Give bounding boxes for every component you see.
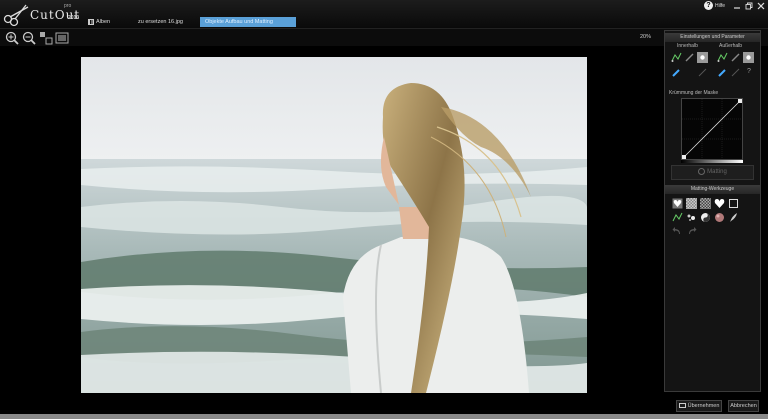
tab-albums[interactable]: Alben bbox=[83, 17, 123, 27]
pencil-outside-icon[interactable] bbox=[730, 67, 741, 78]
pen-outside-icon[interactable] bbox=[730, 52, 741, 63]
tab-matting-label: Objekte Aufbau und Matting bbox=[205, 19, 273, 25]
zoom-level: 20% bbox=[640, 34, 652, 40]
play-icon bbox=[698, 167, 706, 175]
mask-curve-label: Krümmung der Maske bbox=[669, 90, 719, 96]
matting-button[interactable]: Matting bbox=[671, 165, 754, 180]
fit-screen-icon[interactable] bbox=[55, 31, 69, 45]
checker-brush-icon[interactable] bbox=[700, 198, 711, 209]
grid-icon bbox=[88, 18, 94, 25]
minimize-icon[interactable] bbox=[733, 2, 741, 10]
lasso-green-icon[interactable] bbox=[672, 212, 683, 223]
matting-button-label: Matting bbox=[707, 169, 727, 175]
zoom-out-icon[interactable] bbox=[22, 31, 36, 45]
cancel-button[interactable]: Abbrechen bbox=[728, 400, 759, 412]
brush-inside-selected-icon[interactable] bbox=[697, 52, 708, 63]
redo-icon[interactable] bbox=[686, 226, 697, 237]
tab-albums-label: Alben bbox=[96, 19, 111, 25]
help-icon: ? bbox=[704, 1, 713, 10]
app-logo: CutOut pro 2010 bbox=[2, 1, 82, 27]
square-icon[interactable] bbox=[728, 198, 739, 209]
mask-curve-graph[interactable] bbox=[681, 98, 743, 160]
settings-panel: Einstellungen und Parameter Innerhalb Au… bbox=[664, 30, 761, 392]
gradient-bar bbox=[681, 160, 743, 163]
add-select-icon[interactable] bbox=[671, 52, 682, 63]
question-icon[interactable]: ? bbox=[747, 68, 751, 75]
status-strip bbox=[0, 414, 768, 419]
eraser-outside-icon[interactable] bbox=[717, 67, 728, 78]
add-select-outside-icon[interactable] bbox=[717, 52, 728, 63]
yin-yang-icon[interactable] bbox=[700, 212, 711, 223]
zoom-in-icon[interactable] bbox=[5, 31, 19, 45]
logo-edition: pro bbox=[64, 3, 72, 9]
scissors-icon bbox=[3, 4, 29, 27]
title-bar: CutOut pro 2010 Alben zu ersetzen 16.jpg… bbox=[0, 0, 768, 28]
photo-woman-at-beach[interactable] bbox=[81, 57, 587, 393]
pen-icon[interactable] bbox=[684, 52, 695, 63]
apply-icon bbox=[678, 403, 686, 409]
heart-brush-icon[interactable] bbox=[672, 198, 683, 209]
restore-icon[interactable] bbox=[745, 2, 753, 10]
brush-outside-selected-icon[interactable] bbox=[743, 52, 754, 63]
outside-label: Außerhalb bbox=[719, 43, 743, 49]
fit-1-1-icon[interactable] bbox=[39, 31, 53, 45]
cancel-button-label: Abbrechen bbox=[730, 403, 757, 409]
undo-icon[interactable] bbox=[672, 226, 683, 237]
heart-icon[interactable] bbox=[714, 198, 725, 209]
feather-icon[interactable] bbox=[728, 212, 739, 223]
eraser-icon[interactable] bbox=[671, 67, 682, 78]
apply-button[interactable]: Übernehmen bbox=[676, 400, 722, 412]
tab-file[interactable]: zu ersetzen 16.jpg bbox=[133, 17, 193, 27]
help-label: Hilfe bbox=[715, 3, 726, 9]
checker-brush-selected-icon[interactable] bbox=[686, 198, 697, 209]
tab-file-label: zu ersetzen 16.jpg bbox=[138, 19, 183, 25]
help-button[interactable]: ? Hilfe bbox=[704, 1, 725, 11]
dots-brush-icon[interactable] bbox=[686, 212, 697, 223]
settings-title: Einstellungen und Parameter bbox=[665, 33, 760, 42]
pencil-inside-icon[interactable] bbox=[697, 67, 708, 78]
close-icon[interactable] bbox=[757, 2, 765, 10]
logo-year: 2010 bbox=[68, 15, 80, 21]
matting-tools-title: Matting-Werkzeuge bbox=[665, 185, 760, 194]
view-toolbar: 20% bbox=[0, 28, 768, 46]
apply-button-label: Übernehmen bbox=[687, 403, 720, 409]
inside-label: Innerhalb bbox=[677, 43, 698, 49]
sphere-icon[interactable] bbox=[714, 212, 725, 223]
tab-matting[interactable]: Objekte Aufbau und Matting bbox=[200, 17, 296, 27]
